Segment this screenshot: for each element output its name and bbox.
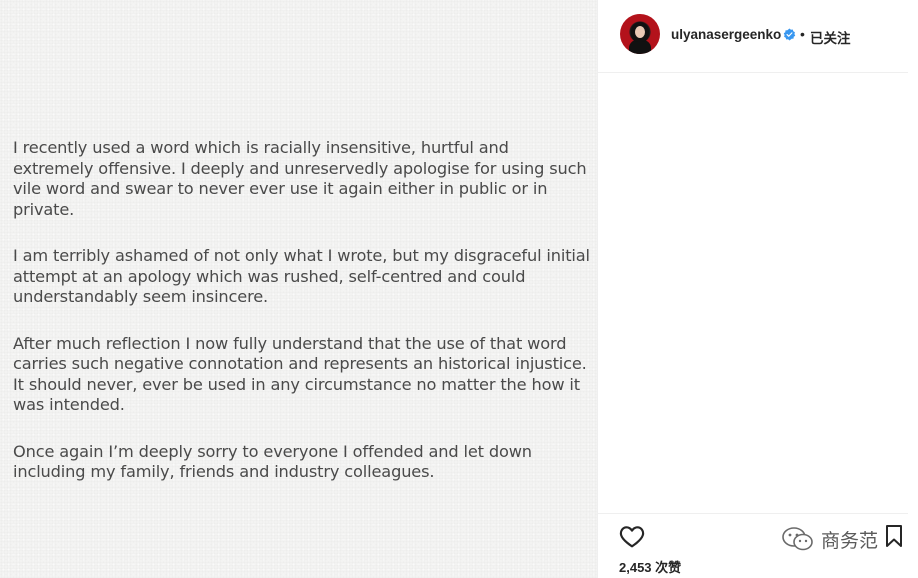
avatar-face — [635, 26, 645, 38]
post-paragraph-4: Once again I’m deeply sorry to everyone … — [13, 441, 532, 482]
bookmark-icon[interactable] — [883, 524, 905, 548]
header-separator: • — [800, 26, 805, 42]
post-header: ulyanasergeenko • 已关注 — [598, 0, 908, 73]
likes-count[interactable]: 2,453 次赞 — [619, 557, 681, 576]
post-text: I recently used a word which is racially… — [13, 138, 593, 509]
following-button[interactable]: 已关注 — [810, 27, 851, 47]
avatar[interactable] — [620, 14, 660, 54]
watermark-text: 商务范 — [821, 529, 879, 552]
watermark: 商务范 — [781, 524, 878, 554]
action-divider — [598, 513, 908, 514]
heart-icon[interactable] — [619, 524, 645, 548]
post-sidebar: ulyanasergeenko • 已关注 商务范 2,453 次赞 — [598, 0, 918, 578]
post-paragraph-3: After much reflection I now fully unders… — [13, 333, 587, 415]
wechat-icon — [782, 527, 813, 551]
post-image: I recently used a word which is racially… — [0, 0, 598, 578]
username-link[interactable]: ulyanasergeenko — [671, 27, 781, 42]
avatar-body — [629, 40, 651, 54]
post-paragraph-2: I am terribly ashamed of not only what I… — [13, 246, 590, 306]
post-paragraph-1: I recently used a word which is racially… — [13, 138, 587, 219]
verified-badge-icon — [783, 28, 796, 41]
